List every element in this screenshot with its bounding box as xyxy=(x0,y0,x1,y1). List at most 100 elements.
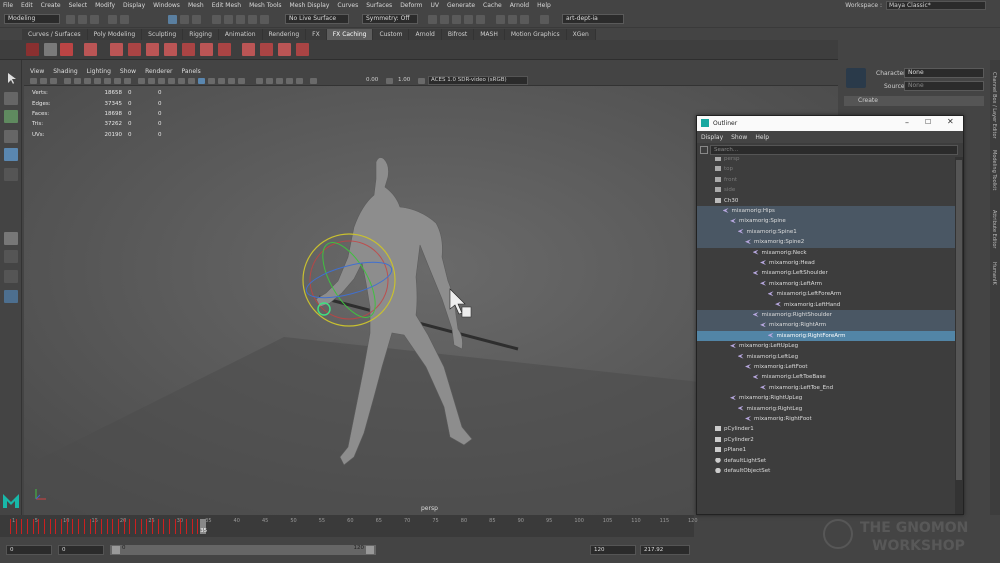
shelf-item-3-icon[interactable] xyxy=(60,43,73,56)
textured-icon[interactable] xyxy=(168,78,175,84)
redo-icon[interactable] xyxy=(120,15,129,24)
xray-joints-icon[interactable] xyxy=(208,78,215,84)
field-chart-icon[interactable] xyxy=(104,78,111,84)
menu-display[interactable]: Display xyxy=(123,2,145,9)
snap-point-icon[interactable] xyxy=(236,15,245,24)
outliner-item[interactable]: mixamorig:LeftLeg xyxy=(697,352,955,362)
outliner-item[interactable]: pPlane1 xyxy=(697,445,955,455)
time-slider[interactable]: 1510152025303540455055606570758085909510… xyxy=(0,515,698,537)
viewport-menu-panels[interactable]: Panels xyxy=(181,68,200,75)
color-space-dropdown[interactable]: ACES 1.0 SDR-video (sRGB) xyxy=(428,76,528,85)
depth-of-field-icon[interactable] xyxy=(238,78,245,84)
outliner-item[interactable]: Ch30 xyxy=(697,196,955,206)
source-dropdown[interactable]: None xyxy=(904,81,984,91)
range-slider[interactable]: 0 120 xyxy=(110,545,376,555)
outliner-item[interactable]: mixamorig:RightShoulder xyxy=(697,310,955,321)
shelf-tab-poly-modeling[interactable]: Poly Modeling xyxy=(87,29,143,40)
outliner-item[interactable]: mixamorig:LeftToe_End xyxy=(697,383,955,393)
shelf-tab-rigging[interactable]: Rigging xyxy=(183,29,219,40)
shelf-tab-bifrost[interactable]: Bifrost xyxy=(441,29,475,40)
render-view-icon[interactable] xyxy=(508,15,517,24)
outliner-item[interactable]: pCylinder2 xyxy=(697,435,955,445)
arnold-render-icon[interactable] xyxy=(496,15,505,24)
shelf-item-10-icon[interactable] xyxy=(200,43,213,56)
shelf-item-15-icon[interactable] xyxy=(296,43,309,56)
gate-mask-icon[interactable] xyxy=(94,78,101,84)
outliner-item[interactable]: top xyxy=(697,164,955,174)
shelf-item-14-icon[interactable] xyxy=(278,43,291,56)
bookmarks-icon[interactable] xyxy=(40,78,47,84)
scene-start-field[interactable]: 0 xyxy=(6,545,52,555)
shelf-item-12-icon[interactable] xyxy=(242,43,255,56)
outliner-item[interactable]: mixamorig:Neck xyxy=(697,248,955,258)
menu-edit[interactable]: Edit xyxy=(21,2,33,9)
wireframe-icon[interactable] xyxy=(138,78,145,84)
snap-surface-icon[interactable] xyxy=(260,15,269,24)
playback-start-field[interactable]: 0 xyxy=(58,545,104,555)
select-object-icon[interactable] xyxy=(180,15,189,24)
four-view-layout-icon[interactable] xyxy=(4,250,18,263)
menu-deform[interactable]: Deform xyxy=(400,2,422,9)
range-end-handle[interactable] xyxy=(366,546,374,554)
shelf-tab-animation[interactable]: Animation xyxy=(218,29,263,40)
exposure-field[interactable]: 0.00 xyxy=(366,77,378,83)
search-options-icon[interactable] xyxy=(700,146,708,154)
outliner-item[interactable]: defaultLightSet xyxy=(697,456,955,466)
outliner-item[interactable]: mixamorig:RightForeArm xyxy=(697,330,955,342)
outliner-item[interactable]: mixamorig:Hips xyxy=(697,206,955,217)
outliner-item[interactable]: persp xyxy=(697,157,955,164)
viewport-menu-shading[interactable]: Shading xyxy=(53,68,77,75)
lasso-tool-icon[interactable] xyxy=(4,92,18,105)
workspace-dropdown[interactable]: Maya Classic* xyxy=(886,1,986,10)
gamma-icon[interactable] xyxy=(296,78,303,84)
shelf-item-6-icon[interactable] xyxy=(128,43,141,56)
outliner-menu-help[interactable]: Help xyxy=(755,134,769,141)
maximize-icon[interactable]: ☐ xyxy=(925,118,931,126)
ipr-pause-icon[interactable] xyxy=(520,15,529,24)
ipr-render-icon[interactable] xyxy=(452,15,461,24)
shelf-tab-rendering[interactable]: Rendering xyxy=(262,29,307,40)
gamma-field[interactable]: 1.00 xyxy=(398,77,410,83)
history-icon[interactable] xyxy=(428,15,437,24)
outliner-menu-display[interactable]: Display xyxy=(701,134,723,141)
menu-arnold[interactable]: Arnold xyxy=(510,2,529,9)
playback-end-field[interactable]: 120 xyxy=(590,545,636,555)
outliner-item[interactable]: mixamorig:Spine xyxy=(697,216,955,227)
outliner-item[interactable]: mixamorig:Head xyxy=(697,258,955,268)
outliner-menu-show[interactable]: Show xyxy=(731,134,747,141)
modeling-toolkit-tab[interactable]: Modeling Toolkit xyxy=(991,150,997,190)
shelf-item-7-icon[interactable] xyxy=(146,43,159,56)
menu-select[interactable]: Select xyxy=(69,2,88,9)
outliner-item[interactable]: mixamorig:LeftToeBase xyxy=(697,372,955,382)
shelf-item-13-icon[interactable] xyxy=(260,43,273,56)
side-by-side-layout-icon[interactable] xyxy=(4,270,18,283)
outliner-item[interactable]: mixamorig:Spine1 xyxy=(697,226,955,238)
workspace-selector[interactable]: Workspace : Maya Classic* xyxy=(845,1,986,10)
shelf-item-8-icon[interactable] xyxy=(164,43,177,56)
save-scene-icon[interactable] xyxy=(90,15,99,24)
outliner-search-input[interactable]: Search... xyxy=(710,145,958,155)
color-management-icon[interactable] xyxy=(418,78,425,84)
menu-edit-mesh[interactable]: Edit Mesh xyxy=(212,2,241,9)
menu-modify[interactable]: Modify xyxy=(95,2,115,9)
outliner-scrollbar[interactable] xyxy=(955,157,963,514)
character-dropdown[interactable]: None xyxy=(904,68,984,78)
shelf-item-2-icon[interactable] xyxy=(44,43,57,56)
channel-box-tab[interactable]: Channel Box / Layer Editor xyxy=(991,72,997,139)
motion-blur-icon[interactable] xyxy=(276,78,283,84)
render-icon[interactable] xyxy=(440,15,449,24)
select-tool-icon[interactable] xyxy=(4,72,18,85)
menu-mesh-tools[interactable]: Mesh Tools xyxy=(249,2,281,9)
snap-view-icon[interactable] xyxy=(248,15,257,24)
move-tool-icon[interactable] xyxy=(4,130,18,143)
humanik-tab[interactable]: HumanIK xyxy=(991,262,997,285)
live-surface-field[interactable]: No Live Surface xyxy=(285,14,349,24)
outliner-item[interactable]: mixamorig:LeftUpLeg xyxy=(697,341,955,351)
resolution-gate-icon[interactable] xyxy=(84,78,91,84)
shelf-item-1-icon[interactable] xyxy=(26,43,39,56)
exposure-slider-icon[interactable] xyxy=(310,78,317,84)
create-section-header[interactable]: Create xyxy=(844,96,984,106)
rotate-tool-icon[interactable] xyxy=(4,148,18,161)
menu-cache[interactable]: Cache xyxy=(483,2,502,9)
menu-surfaces[interactable]: Surfaces xyxy=(366,2,392,9)
